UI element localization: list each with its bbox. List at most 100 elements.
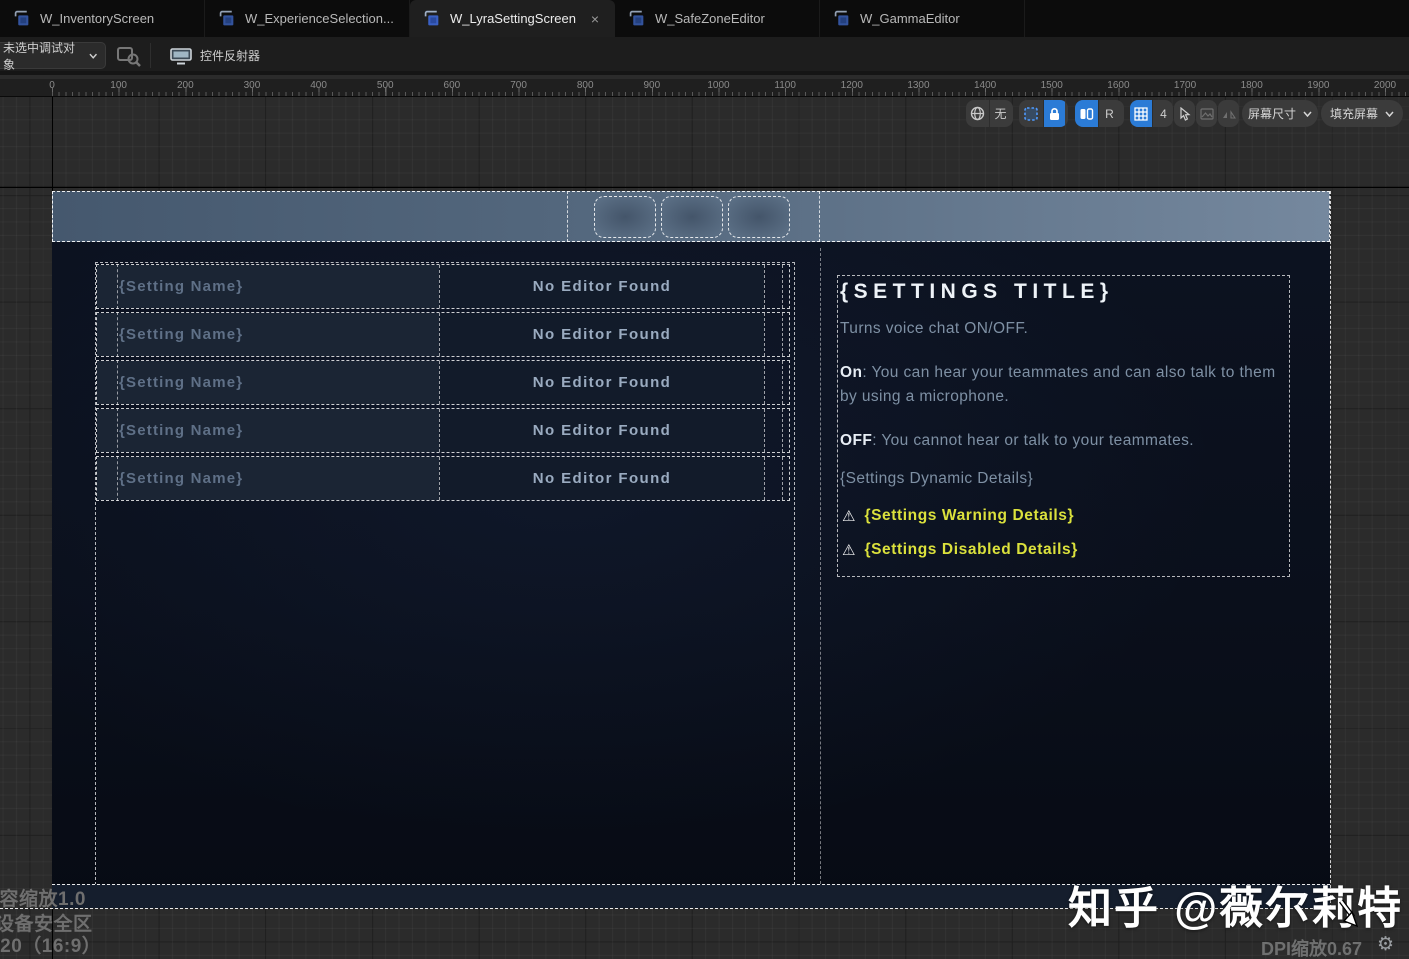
cursor-icon	[1180, 106, 1191, 121]
setting-editor-label: No Editor Found	[532, 326, 672, 343]
grid-icon	[1134, 106, 1148, 121]
grid-snap-group: 4	[1130, 100, 1173, 127]
tab-bar: W_InventoryScreen W_ExperienceSelection.…	[0, 0, 1409, 37]
ruler-tick-label: 200	[176, 80, 194, 91]
setting-name-cell: {Setting Name}	[97, 408, 439, 453]
screen-size-dropdown-label: 屏幕尺寸	[1247, 107, 1296, 121]
tab-lyra-setting-screen[interactable]: W_LyraSettingScreen ×	[410, 0, 615, 37]
widget-reflector-button[interactable]: 控件反射器	[160, 42, 270, 69]
outlines-icon	[1080, 107, 1094, 120]
tab-gamma-editor[interactable]: W_GammaEditor	[820, 0, 1025, 37]
setting-name-cell: {Setting Name}	[97, 312, 439, 357]
tab-safezone-editor[interactable]: W_SafeZoneEditor	[615, 0, 820, 37]
ruler-tick-label: 700	[510, 80, 527, 91]
debug-toolbar: 未选中调试对象 控件反射器	[0, 37, 1409, 75]
columns-divider-outline	[820, 248, 821, 884]
setting-row[interactable]: {Setting Name} No Editor Found	[96, 264, 790, 309]
ruler-tick-label: 1200	[840, 80, 863, 91]
widget-blueprint-icon	[219, 10, 234, 26]
ruler-tick-label: 500	[376, 80, 394, 91]
widget-blueprint-icon	[834, 10, 849, 26]
flip-preview-button[interactable]	[1218, 100, 1239, 127]
header-tab-button-2[interactable]	[661, 196, 723, 238]
screen-fill-dropdown[interactable]: 填充屏幕	[1321, 100, 1403, 127]
setting-editor-cell: No Editor Found	[439, 361, 764, 404]
header-tab-button-1[interactable]	[594, 196, 656, 238]
dpi-settings-gear-icon[interactable]: ⚙	[1377, 933, 1394, 956]
row-tail-cell	[764, 361, 782, 404]
setting-name-cell: {Setting Name}	[97, 456, 439, 501]
warning-icon: ⚠	[842, 542, 856, 559]
mirror-icon	[1223, 108, 1236, 119]
dashed-outline-icon	[1024, 106, 1038, 121]
grid-snap-size-value[interactable]: 4	[1152, 100, 1173, 127]
setting-row[interactable]: {Setting Name} No Editor Found	[96, 312, 790, 357]
ruler-tick-label: 0	[49, 80, 55, 91]
settings-details-panel[interactable]: {SETTINGS TITLE} Turns voice chat ON/OFF…	[837, 275, 1290, 577]
dashed-selection-button[interactable]	[1019, 100, 1043, 127]
widget-outlines-button[interactable]	[1075, 100, 1098, 127]
settings-disabled-details: {Settings Disabled Details}	[864, 541, 1078, 558]
lock-icon	[1050, 107, 1059, 120]
widget-reflector-icon	[170, 47, 192, 64]
setting-editor-label: No Editor Found	[532, 374, 672, 391]
setting-row[interactable]: {Setting Name} No Editor Found	[96, 360, 790, 405]
setting-name-label: {Setting Name}	[119, 278, 244, 295]
localization-none-button[interactable]: 无	[989, 100, 1011, 127]
localization-preview-group: 无	[966, 100, 1013, 127]
row-tail-cell	[782, 265, 789, 308]
respect-locks-button[interactable]: R	[1098, 100, 1120, 127]
settings-warning-row: ⚠ {Settings Warning Details}	[842, 507, 1074, 525]
header-tab-button-3[interactable]	[728, 196, 790, 238]
on-text: : You can hear your teammates and can al…	[840, 364, 1276, 405]
tab-label: W_GammaEditor	[860, 11, 960, 26]
ruler-tick-label: 1000	[707, 80, 730, 91]
row-tail-cell	[782, 361, 789, 404]
debug-object-dropdown-label: 未选中调试对象	[3, 40, 76, 72]
row-tail-cell	[764, 313, 782, 356]
ruler-tick-label: 1300	[907, 80, 930, 91]
settings-dynamic-details: {Settings Dynamic Details}	[840, 470, 1034, 487]
setting-name-cell: {Setting Name}	[97, 264, 439, 309]
ruler-tick-label: 600	[443, 80, 461, 91]
widget-blueprint-icon	[424, 10, 439, 26]
lock-button[interactable]	[1043, 100, 1065, 127]
warning-icon: ⚠	[842, 508, 856, 525]
ruler-tick-label: 900	[643, 80, 661, 91]
row-tail-cell	[764, 265, 782, 308]
widget-header-bar[interactable]	[52, 191, 1330, 242]
localization-globe-button[interactable]	[966, 100, 989, 127]
ruler-tick-label: 2000	[1373, 80, 1397, 91]
grid-snap-size-label: 4	[1160, 106, 1167, 121]
off-text: : You cannot hear or talk to your teamma…	[872, 432, 1194, 449]
row-tail-cell	[782, 313, 789, 356]
ruler-tick-label: 1600	[1107, 80, 1130, 91]
setting-row[interactable]: {Setting Name} No Editor Found	[96, 408, 790, 453]
widget-right-edge-outline	[1330, 191, 1331, 908]
setting-editor-cell: No Editor Found	[439, 313, 764, 356]
ruler-tick-label: 1100	[774, 80, 796, 91]
settings-on-description: On: You can hear your teammates and can …	[840, 361, 1282, 408]
setting-row[interactable]: {Setting Name} No Editor Found	[96, 456, 790, 501]
tab-experience-selection[interactable]: W_ExperienceSelection...	[205, 0, 410, 37]
setting-editor-cell: No Editor Found	[439, 265, 764, 308]
setting-editor-label: No Editor Found	[532, 422, 672, 439]
screen-size-dropdown[interactable]: 屏幕尺寸	[1242, 100, 1318, 127]
on-label: On	[840, 364, 863, 381]
dpi-scale-overlay: DPI缩放0.67	[1261, 939, 1363, 959]
ruler-tick-label: 400	[310, 80, 327, 91]
debug-object-dropdown[interactable]: 未选中调试对象	[0, 41, 106, 72]
localization-none-label: 无	[994, 107, 1007, 121]
ruler-tick-label: 1800	[1240, 80, 1263, 91]
debug-widget-icon[interactable]	[116, 44, 142, 68]
content-scale-overlay: 内容缩放1.0	[0, 889, 86, 910]
widget-reflector-label: 控件反射器	[200, 49, 261, 63]
cursor-tool-button[interactable]	[1174, 100, 1195, 127]
preview-background-button[interactable]	[1196, 100, 1217, 127]
tab-close-icon[interactable]: ×	[591, 12, 599, 26]
canvas-origin-hline	[0, 187, 1409, 188]
tab-inventory-screen[interactable]: W_InventoryScreen	[0, 0, 205, 37]
settings-disabled-row: ⚠ {Settings Disabled Details}	[842, 541, 1078, 559]
grid-snap-button[interactable]	[1130, 100, 1152, 127]
setting-editor-label: No Editor Found	[532, 470, 672, 487]
